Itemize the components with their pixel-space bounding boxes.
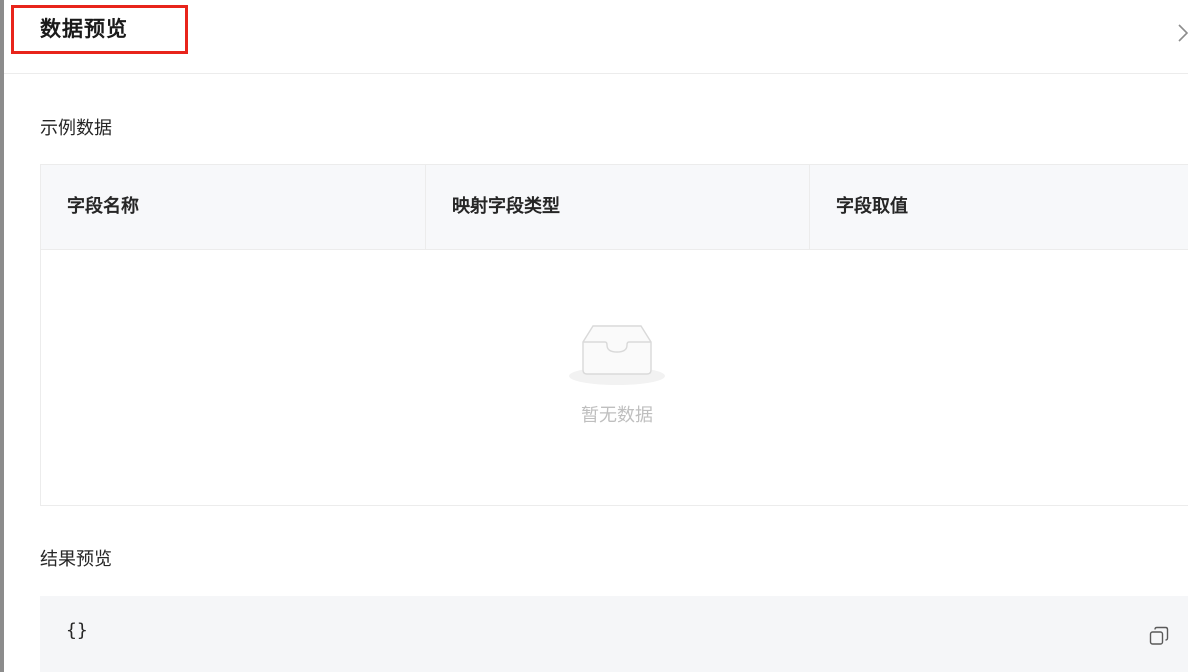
copy-icon[interactable] [1148,625,1170,647]
panel-header: 数据预览 [4,0,1188,74]
panel-left-edge [0,0,4,672]
result-preview-code-box: {} [40,596,1188,672]
table-header: 字段名称 映射字段类型 字段取值 [41,165,1188,250]
result-preview-title: 结果预览 [40,549,112,570]
chevron-right-icon[interactable] [1176,22,1188,44]
result-json-text: {} [66,620,88,641]
column-header-field-value: 字段取值 [836,196,908,217]
empty-inbox-icon [569,325,665,385]
sample-data-table: 字段名称 映射字段类型 字段取值 暂无数据 [40,164,1188,506]
column-header-mapped-type: 映射字段类型 [426,165,810,249]
sample-data-title: 示例数据 [40,118,112,139]
data-preview-panel: 数据预览 示例数据 字段名称 映射字段类型 字段取值 暂无数据 结果预览 {} [0,0,1188,672]
empty-state-text: 暂无数据 [581,405,653,426]
column-header-field-name: 字段名称 [41,165,426,249]
table-empty-state: 暂无数据 [41,250,1188,505]
panel-title: 数据预览 [40,17,128,41]
